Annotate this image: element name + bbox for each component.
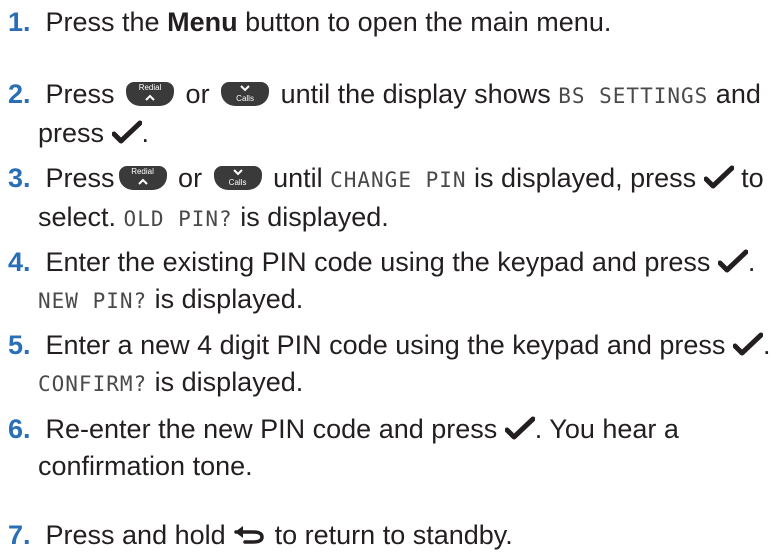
step-text: to bbox=[733, 163, 764, 193]
checkmark-icon bbox=[703, 165, 734, 189]
step-text: confirmation tone. bbox=[38, 451, 253, 481]
menu-button-label: Menu bbox=[167, 7, 238, 37]
step-number: 7. bbox=[8, 520, 31, 550]
step-6: 6. Re-enter the new PIN code and press .… bbox=[0, 411, 776, 485]
step-7: 7. Press and hold to return to standby. bbox=[0, 517, 776, 554]
step-text: Re-enter the new PIN code and press bbox=[45, 414, 505, 444]
checkmark-icon bbox=[732, 332, 763, 356]
chevron-up-icon bbox=[145, 94, 155, 101]
step-text: is displayed. bbox=[232, 202, 389, 232]
step-number: 5. bbox=[8, 330, 31, 360]
step-text: select. bbox=[38, 202, 124, 232]
step-3: 3. Press Redial or Calls until CHANGE PIN… bbox=[0, 160, 776, 238]
calls-key-label: Calls bbox=[236, 93, 254, 103]
step-text: or bbox=[170, 163, 210, 193]
step-2: 2. Press Redial or Calls until the displ… bbox=[0, 76, 776, 152]
step-1: 1. Press the Menu button to open the mai… bbox=[0, 4, 776, 41]
back-arrow-icon bbox=[234, 525, 264, 544]
step-text: . bbox=[747, 247, 756, 277]
step-text: . bbox=[141, 118, 150, 148]
step-text: . bbox=[762, 330, 771, 360]
display-text: CHANGE PIN bbox=[330, 168, 467, 192]
checkmark-icon bbox=[504, 416, 535, 440]
step-text: Press and hold bbox=[45, 520, 234, 550]
step-text: press bbox=[38, 118, 112, 148]
step-text: button to open the main menu. bbox=[237, 7, 612, 37]
step-text: and bbox=[708, 79, 761, 109]
step-number: 3. bbox=[8, 163, 31, 193]
step-5: 5. Enter a new 4 digit PIN code using th… bbox=[0, 327, 776, 403]
step-text: Enter the existing PIN code using the ke… bbox=[45, 247, 718, 277]
step-text: or bbox=[178, 79, 218, 109]
step-number: 1. bbox=[8, 7, 31, 37]
step-text: Press bbox=[45, 79, 123, 109]
step-text: is displayed, press bbox=[466, 163, 704, 193]
step-text: Press bbox=[45, 163, 115, 193]
step-text: . You hear a bbox=[534, 414, 679, 444]
step-number: 6. bbox=[8, 414, 31, 444]
step-text: is displayed. bbox=[147, 367, 304, 397]
calls-key-label: Calls bbox=[228, 177, 247, 187]
checkmark-icon bbox=[111, 120, 142, 144]
instruction-page: 1. Press the Menu button to open the mai… bbox=[0, 0, 776, 559]
step-4: 4. Enter the existing PIN code using the… bbox=[0, 244, 776, 320]
calls-key-icon: Calls bbox=[213, 165, 262, 190]
redial-key-icon: Redial bbox=[118, 165, 167, 190]
display-text: OLD PIN? bbox=[123, 207, 233, 231]
step-text: until bbox=[265, 163, 331, 193]
step-text: to return to standby. bbox=[267, 520, 513, 550]
step-number: 4. bbox=[8, 247, 31, 277]
display-text: BS SETTINGS bbox=[558, 84, 709, 108]
calls-key-icon: Calls bbox=[221, 81, 270, 106]
redial-key-label: Redial bbox=[138, 82, 162, 92]
step-text: Enter a new 4 digit PIN code using the k… bbox=[45, 330, 733, 360]
chevron-down-icon bbox=[240, 85, 250, 92]
checkmark-icon bbox=[717, 249, 748, 273]
step-text: is displayed. bbox=[147, 284, 304, 314]
step-text: until the display shows bbox=[273, 79, 559, 109]
redial-key-icon: Redial bbox=[126, 81, 175, 106]
step-text: Press the bbox=[45, 7, 168, 37]
display-text: NEW PIN? bbox=[38, 289, 148, 313]
chevron-up-icon bbox=[137, 178, 148, 185]
chevron-down-icon bbox=[232, 169, 243, 176]
display-text: CONFIRM? bbox=[38, 372, 148, 396]
step-number: 2. bbox=[8, 79, 31, 109]
redial-key-label: Redial bbox=[131, 166, 154, 176]
